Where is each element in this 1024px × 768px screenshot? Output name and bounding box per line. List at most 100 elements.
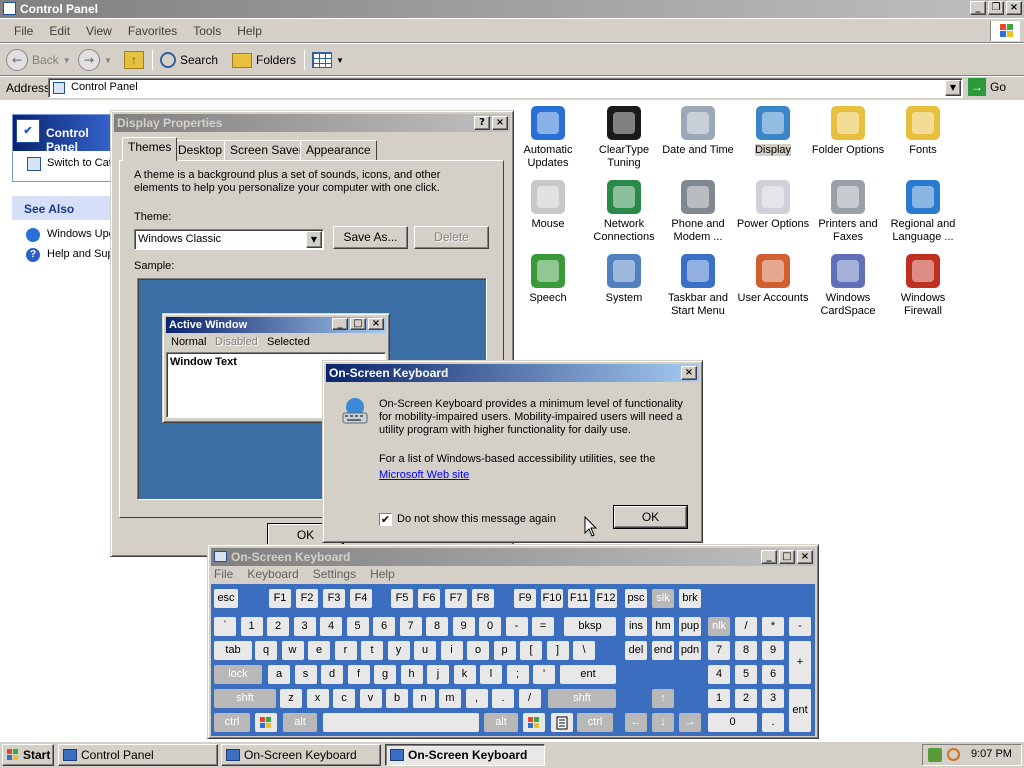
osk-key[interactable]: lock	[214, 665, 262, 684]
address-input[interactable]: Control Panel ▼	[48, 78, 963, 98]
theme-select[interactable]: Windows Classic ▼	[134, 229, 324, 250]
minimize-button[interactable]: _	[970, 1, 986, 15]
osk-key[interactable]: o	[467, 641, 489, 660]
osk-key[interactable]: n	[412, 689, 435, 708]
osk-menu-help[interactable]: Help	[370, 567, 395, 581]
cp-item-display[interactable]: Display	[735, 106, 811, 157]
chevron-down-icon[interactable]: ▼	[306, 231, 322, 248]
osk-key[interactable]: brk	[679, 589, 701, 608]
back-button[interactable]: ← Back ▼	[6, 48, 71, 72]
do-not-show-checkbox[interactable]: ✔	[379, 513, 392, 526]
osk-key[interactable]: ent	[560, 665, 616, 684]
cp-item-date-and-time[interactable]: Date and Time	[660, 106, 736, 157]
osk-key[interactable]: g	[374, 665, 396, 684]
osk-key[interactable]: psc	[625, 589, 647, 608]
osk-key[interactable]: =	[532, 617, 554, 636]
osk-key[interactable]: alt	[484, 713, 518, 732]
tab-themes[interactable]: Themes	[122, 137, 178, 161]
cp-item-speech[interactable]: Speech	[510, 254, 586, 305]
cp-item-regional-and-language[interactable]: Regional and Language ...	[885, 180, 961, 244]
osk-key[interactable]: F12	[595, 589, 617, 608]
menu-tools[interactable]: Tools	[185, 24, 229, 38]
osk-key[interactable]: F8	[472, 589, 494, 608]
help-button[interactable]: ?	[474, 116, 490, 130]
menu-help[interactable]: Help	[229, 24, 270, 38]
osk-key[interactable]: .	[762, 713, 784, 732]
osk-key[interactable]: alt	[283, 713, 317, 732]
close-button[interactable]: ×	[797, 550, 813, 564]
osk-key[interactable]: r	[334, 641, 357, 660]
delete-button[interactable]: Delete	[414, 226, 489, 249]
restore-button[interactable]: ❐	[988, 1, 1004, 15]
osk-key[interactable]: 4	[708, 665, 730, 684]
osk-key[interactable]: ←	[625, 713, 647, 732]
close-button[interactable]: ×	[492, 116, 508, 130]
osk-key[interactable]: F6	[418, 589, 440, 608]
osk-key[interactable]: ins	[625, 617, 647, 636]
osk-key[interactable]: ↓	[652, 713, 674, 732]
up-folder-button[interactable]: ↑	[124, 48, 144, 72]
osk-key[interactable]: ent	[789, 689, 811, 732]
close-button[interactable]: ×	[1006, 1, 1022, 15]
forward-button[interactable]: → ▼	[78, 48, 112, 72]
osk-key[interactable]: F4	[350, 589, 372, 608]
osk-key[interactable]: 8	[426, 617, 448, 636]
cp-item-folder-options[interactable]: Folder Options	[810, 106, 886, 157]
search-button[interactable]: Search	[160, 48, 218, 72]
osk-key[interactable]: nlk	[708, 617, 730, 636]
osk-key[interactable]: /	[518, 689, 541, 708]
osk-key[interactable]: `	[214, 617, 236, 636]
osk-key[interactable]: *	[762, 617, 784, 636]
osk-key[interactable]: ]	[546, 641, 569, 660]
osk-notice-ok-button[interactable]: OK	[613, 505, 688, 529]
osk-key[interactable]: m	[439, 689, 461, 708]
cp-item-automatic-updates[interactable]: Automatic Updates	[510, 106, 586, 170]
osk-key[interactable]: v	[359, 689, 382, 708]
cp-item-windows-firewall[interactable]: Windows Firewall	[885, 254, 961, 318]
osk-key[interactable]: d	[321, 665, 343, 684]
osk-menu-settings[interactable]: Settings	[313, 567, 356, 581]
osk-key[interactable]: z	[280, 689, 302, 708]
accessibility-tray-icon[interactable]	[928, 748, 942, 762]
osk-key[interactable]: ;	[506, 665, 529, 684]
osk-key[interactable]: x	[306, 689, 329, 708]
osk-key[interactable]: F1	[269, 589, 291, 608]
osk-key[interactable]: ctrl	[577, 713, 613, 732]
menu-edit[interactable]: Edit	[41, 24, 78, 38]
start-button[interactable]: Start	[2, 744, 54, 766]
osk-key[interactable]: -	[505, 617, 528, 636]
osk-key[interactable]: 2	[267, 617, 289, 636]
osk-key[interactable]: F9	[514, 589, 536, 608]
osk-key[interactable]: a	[268, 665, 290, 684]
osk-key[interactable]: F10	[541, 589, 563, 608]
osk-key[interactable]: u	[414, 641, 436, 660]
osk-key[interactable]: /	[735, 617, 757, 636]
close-button[interactable]: ×	[681, 366, 697, 380]
osk-key[interactable]: hm	[652, 617, 674, 636]
windows-key-icon[interactable]	[523, 713, 545, 732]
cp-item-taskbar-and-start-menu[interactable]: Taskbar and Start Menu	[660, 254, 736, 318]
osk-key[interactable]: 1	[708, 689, 730, 708]
osk-key[interactable]: slk	[652, 589, 674, 608]
osk-key[interactable]: k	[453, 665, 476, 684]
osk-key[interactable]: j	[427, 665, 449, 684]
menu-favorites[interactable]: Favorites	[120, 24, 185, 38]
osk-key[interactable]: +	[789, 641, 811, 684]
osk-key[interactable]: 5	[346, 617, 369, 636]
osk-key[interactable]: -	[789, 617, 811, 636]
cp-item-system[interactable]: System	[586, 254, 662, 305]
address-dropdown-button[interactable]: ▼	[945, 80, 961, 96]
osk-key[interactable]: e	[308, 641, 330, 660]
save-as-button[interactable]: Save As...	[333, 226, 408, 249]
osk-key[interactable]: l	[480, 665, 502, 684]
osk-key[interactable]: del	[625, 641, 647, 660]
osk-key[interactable]: h	[400, 665, 423, 684]
osk-key[interactable]: ,	[465, 689, 488, 708]
cp-item-user-accounts[interactable]: User Accounts	[735, 254, 811, 305]
osk-menu-file[interactable]: File	[214, 567, 233, 581]
osk-key[interactable]: tab	[214, 641, 252, 660]
osk-key[interactable]: shft	[214, 689, 276, 708]
osk-key[interactable]: 8	[735, 641, 757, 660]
osk-key[interactable]: esc	[214, 589, 238, 608]
osk-key[interactable]: \	[573, 641, 595, 660]
